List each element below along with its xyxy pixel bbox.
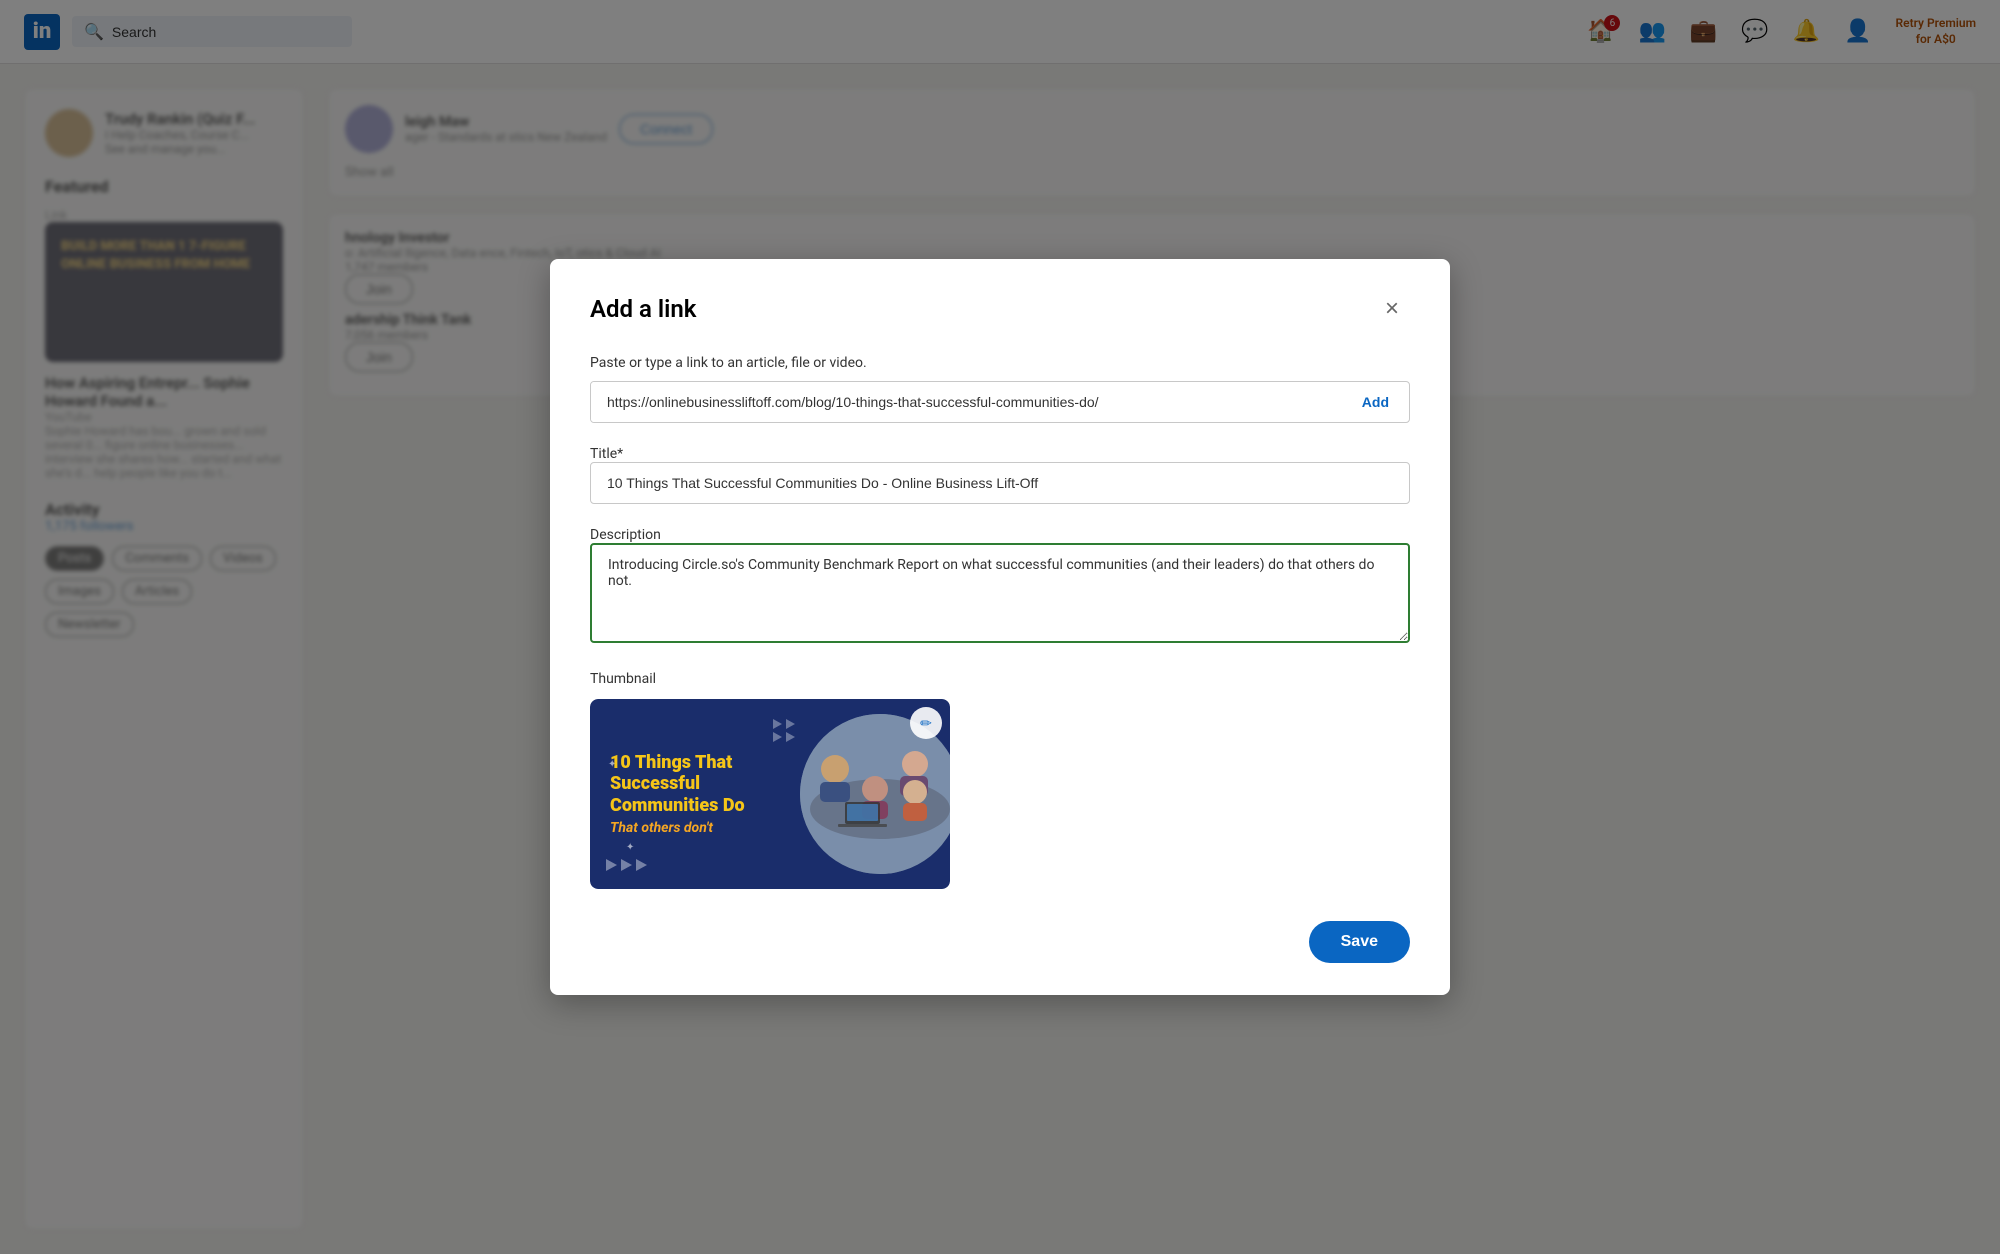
add-url-button[interactable]: Add [1342,382,1409,422]
deco-arrow-2 [786,719,795,729]
bottom-arrows [606,859,647,871]
bottom-arrow-1 [606,859,617,871]
modal-footer: Save [590,921,1410,963]
thumbnail-text-area: 10 Things That Successful Communities Do… [590,732,788,857]
thumbnail-title-line1: 10 Things That Successful Communities Do [610,752,768,817]
modal-header: Add a link × [590,291,1410,327]
url-input-row: Add [590,381,1410,423]
description-textarea[interactable]: Introducing Circle.so's Community Benchm… [590,543,1410,643]
url-input[interactable] [591,382,1342,422]
title-input[interactable] [590,462,1410,504]
title-field-label: Title* [590,446,623,462]
thumbnail-subtitle: That others don't [610,820,768,836]
modal-backdrop: Add a link × Paste or type a link to an … [0,0,2000,1254]
thumbnail-edit-button[interactable]: ✏ [910,707,942,739]
thumbnail-label: Thumbnail [590,671,1410,687]
thumbnail-container: 10 Things That Successful Communities Do… [590,699,950,889]
deco-arrow-1 [773,719,782,729]
modal-title: Add a link [590,295,696,323]
url-field-label: Paste or type a link to an article, file… [590,355,1410,371]
modal-close-button[interactable]: × [1374,291,1410,327]
bottom-arrow-2 [621,859,632,871]
add-link-modal: Add a link × Paste or type a link to an … [550,259,1450,995]
save-button[interactable]: Save [1309,921,1410,963]
thumbnail-background: 10 Things That Successful Communities Do… [590,699,950,889]
bottom-arrow-3 [636,859,647,871]
description-field-label: Description [590,527,661,543]
